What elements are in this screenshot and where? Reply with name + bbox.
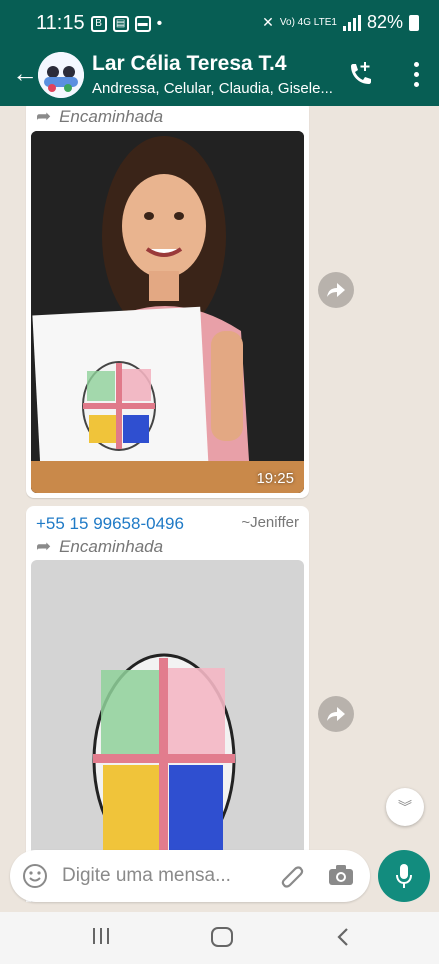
status-left: 11:15 B ▤ ▬ • (36, 12, 162, 35)
sender-name: ~Jeniffer (241, 514, 299, 531)
system-nav-bar (0, 912, 439, 964)
signal-icon (342, 14, 361, 31)
forwarded-indicator: ➦ Encaminhada (36, 536, 163, 557)
mic-icon (396, 864, 412, 888)
photo-girl-with-drawing[interactable]: 19:25 (31, 131, 304, 493)
forward-share-button[interactable] (318, 696, 354, 732)
status-bar: 11:15 B ▤ ▬ • ✕ Vo) 4G LTE1 82% (0, 0, 439, 44)
message-bubble[interactable]: ➦ Encaminhada 19:25 (26, 106, 309, 498)
network-label: Vo) 4G LTE1 (279, 17, 337, 28)
back-icon[interactable] (336, 926, 350, 953)
forward-arrow-icon: ➦ (36, 106, 52, 126)
b-icon: B (90, 15, 107, 32)
status-right: ✕ Vo) 4G LTE1 82% (262, 12, 419, 33)
home-icon[interactable] (210, 926, 234, 953)
forwarded-indicator: ➦ Encaminhada (36, 106, 163, 127)
battery-percent: 82% (366, 12, 403, 32)
battery-icon (409, 14, 419, 31)
notification-dot: • (156, 14, 163, 32)
mic-button[interactable] (378, 850, 430, 902)
arrow-left-icon[interactable]: ← (12, 58, 38, 89)
group-avatar[interactable] (38, 52, 84, 98)
message-bubble[interactable]: +55 15 99658-0496 ~Jeniffer ➦ Encaminhad… (26, 506, 309, 902)
group-title[interactable]: Lar Célia Teresa T.4 (92, 52, 287, 76)
add-call-icon[interactable] (347, 60, 373, 93)
group-participants[interactable]: Andressa, Celular, Claudia, Gisele... (92, 80, 337, 97)
screen-icon: ▬ (134, 15, 151, 32)
status-time: 11:15 (36, 12, 85, 34)
forward-share-button[interactable] (318, 272, 354, 308)
chat-area[interactable]: ➦ Encaminhada 19:25 +55 15 99658-0496 ~J… (0, 106, 439, 902)
chat-header: ← Lar Célia Teresa T.4 Andressa, Celular… (0, 44, 439, 106)
forwarded-label: Encaminhada (59, 106, 164, 126)
forward-arrow-icon: ➦ (36, 536, 52, 556)
sender-phone[interactable]: +55 15 99658-0496 (36, 514, 184, 534)
camera-icon[interactable] (328, 864, 354, 891)
gallery-icon: ▤ (112, 15, 129, 32)
more-vertical-icon[interactable] (411, 60, 421, 90)
message-time: 19:25 (256, 470, 294, 487)
mute-icon: ✕ (262, 14, 274, 30)
message-input-bar[interactable]: Digite uma mensa... (10, 850, 370, 902)
paperclip-icon[interactable] (278, 862, 306, 895)
chevron-double-down-icon[interactable]: ︾ (386, 788, 424, 826)
emoji-icon[interactable] (22, 863, 48, 894)
recents-icon[interactable] (92, 926, 110, 951)
message-input[interactable]: Digite uma mensa... (62, 865, 231, 887)
forwarded-label: Encaminhada (59, 536, 164, 556)
